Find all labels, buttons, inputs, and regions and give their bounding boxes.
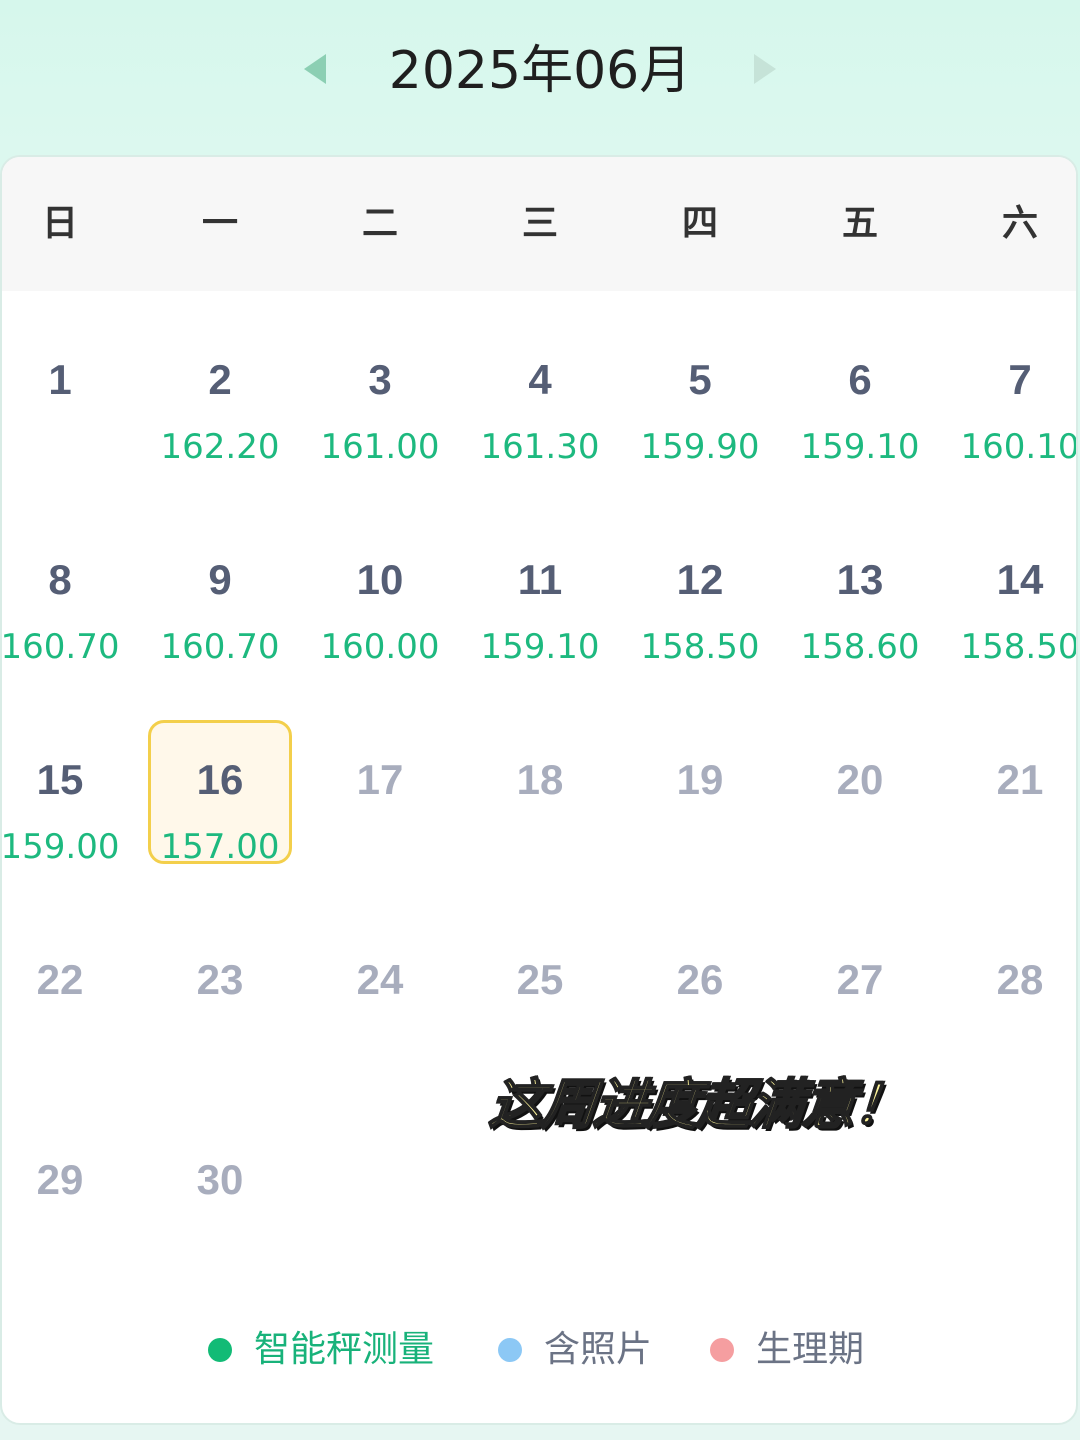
- day-cell[interactable]: 17: [300, 724, 460, 924]
- day-cell[interactable]: 11 159.10: [460, 524, 620, 724]
- day-number: 4: [528, 356, 552, 403]
- day-cell[interactable]: 7 160.10: [940, 324, 1076, 524]
- weight-value: 158.60: [800, 627, 920, 667]
- day-number: 16: [196, 756, 244, 803]
- weight-value: 158.50: [640, 627, 760, 667]
- weekday-label: 日: [41, 203, 78, 244]
- weight-value: 160.70: [160, 627, 280, 667]
- day-number: 24: [356, 956, 404, 1003]
- day-cell[interactable]: 3 161.00: [300, 324, 460, 524]
- day-cell[interactable]: 23: [140, 924, 300, 1124]
- legend-dot-icon: [208, 1338, 232, 1362]
- day-cell[interactable]: 30: [140, 1124, 300, 1324]
- day-cell[interactable]: 14 158.50: [940, 524, 1076, 724]
- legend-label: 智能秤测量: [254, 1329, 435, 1370]
- day-number: 29: [36, 1156, 84, 1203]
- day-cell[interactable]: 12 158.50: [620, 524, 780, 724]
- weight-value: 158.50: [960, 627, 1078, 667]
- day-cell[interactable]: 15 159.00: [2, 724, 140, 924]
- day-cell[interactable]: 2 162.20: [140, 324, 300, 524]
- calendar-card: 日一二三四五六 1 2 162.20 3 161.00 4 161.30 5 159.90 6 15…: [0, 155, 1078, 1425]
- sticker-caption: 这周进度超满意！: [486, 1072, 911, 1137]
- day-number: 25: [516, 956, 564, 1003]
- day-number: 21: [996, 756, 1044, 803]
- weekday-label: 六: [1001, 203, 1038, 244]
- day-number: 15: [36, 756, 84, 803]
- day-cell[interactable]: 28: [940, 924, 1076, 1124]
- day-number: 28: [996, 956, 1044, 1003]
- weight-value: 161.00: [320, 427, 440, 467]
- day-cell[interactable]: 19: [620, 724, 780, 924]
- day-cell[interactable]: 1: [2, 324, 140, 524]
- day-number: 17: [356, 756, 404, 803]
- day-cell[interactable]: 21: [940, 724, 1076, 924]
- chevron-right-icon[interactable]: [754, 54, 776, 84]
- day-cell[interactable]: 16 157.00: [140, 720, 300, 924]
- day-number: 30: [196, 1156, 244, 1203]
- weight-value: 159.90: [640, 427, 760, 467]
- weight-value: 159.10: [480, 627, 600, 667]
- month-title[interactable]: 2025年06月: [340, 36, 740, 106]
- day-cell[interactable]: 24: [300, 924, 460, 1124]
- day-number: 13: [836, 556, 884, 603]
- legend-label: 生理期: [756, 1329, 865, 1370]
- day-cell[interactable]: 9 160.70: [140, 524, 300, 724]
- weight-value: 160.70: [0, 627, 120, 667]
- chevron-left-icon[interactable]: [304, 54, 326, 84]
- day-number: 6: [848, 356, 872, 403]
- day-number: 20: [836, 756, 884, 803]
- day-cell[interactable]: 5 159.90: [620, 324, 780, 524]
- weekday-header: 日一二三四五六: [2, 157, 1076, 291]
- day-number: 1: [48, 356, 72, 403]
- day-cell[interactable]: 10 160.00: [300, 524, 460, 724]
- weight-value: 159.00: [0, 827, 120, 867]
- day-cell[interactable]: 29: [2, 1124, 140, 1324]
- day-number: 2: [208, 356, 232, 403]
- day-number: 3: [368, 356, 392, 403]
- day-cell[interactable]: 20: [780, 724, 940, 924]
- weight-value: 159.10: [800, 427, 920, 467]
- legend-dot-icon: [710, 1338, 734, 1362]
- day-cell[interactable]: 13 158.60: [780, 524, 940, 724]
- day-number: 26: [676, 956, 724, 1003]
- day-number: 8: [48, 556, 72, 603]
- day-cell[interactable]: 8 160.70: [2, 524, 140, 724]
- day-number: 27: [836, 956, 884, 1003]
- legend-dot-icon: [498, 1338, 522, 1362]
- calendar-header: 2025年06月: [0, 0, 1080, 150]
- legend-label: 含照片: [544, 1329, 653, 1370]
- weekday-label: 五: [841, 203, 878, 244]
- weight-value: 157.00: [160, 827, 280, 867]
- weight-value: 162.20: [160, 427, 280, 467]
- day-number: 14: [996, 556, 1044, 603]
- day-cell[interactable]: 22: [2, 924, 140, 1124]
- weight-value: 160.10: [960, 427, 1078, 467]
- day-number: 10: [356, 556, 404, 603]
- weekday-label: 四: [681, 203, 718, 244]
- weekday-label: 一: [201, 203, 238, 244]
- day-number: 9: [208, 556, 232, 603]
- day-number: 7: [1008, 356, 1032, 403]
- day-number: 22: [36, 956, 84, 1003]
- weight-value: 160.00: [320, 627, 440, 667]
- day-number: 12: [676, 556, 724, 603]
- day-number: 18: [516, 756, 564, 803]
- day-number: 19: [676, 756, 724, 803]
- day-number: 11: [517, 556, 563, 603]
- day-cell[interactable]: 4 161.30: [460, 324, 620, 524]
- day-cell[interactable]: 18: [460, 724, 620, 924]
- day-number: 5: [688, 356, 712, 403]
- weight-value: 161.30: [480, 427, 600, 467]
- legend: 智能秤测量 含照片 生理期: [0, 1320, 1080, 1380]
- day-cell[interactable]: 6 159.10: [780, 324, 940, 524]
- day-number: 23: [196, 956, 244, 1003]
- weekday-label: 二: [361, 203, 398, 244]
- weekday-label: 三: [521, 203, 558, 244]
